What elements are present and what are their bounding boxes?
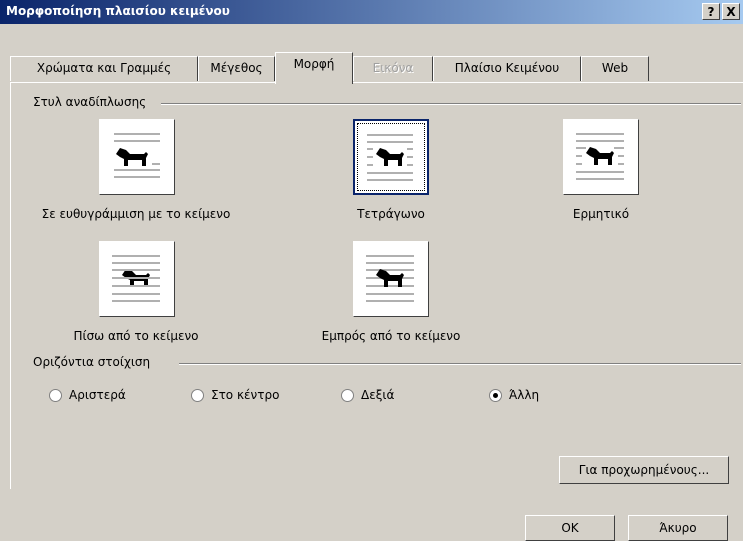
align-right-label[interactable]: Δεξιά bbox=[361, 388, 394, 402]
align-left-radio[interactable] bbox=[49, 389, 62, 402]
tab-label: Μέγεθος bbox=[210, 61, 263, 75]
align-left-label[interactable]: Αριστερά bbox=[69, 388, 126, 402]
tab-size[interactable]: Μέγεθος bbox=[198, 56, 275, 81]
tab-picture: Εικόνα bbox=[353, 56, 433, 81]
tight-wrap-icon bbox=[576, 133, 624, 180]
title-bar: Μορφοποίηση πλαισίου κειμένου ? X bbox=[0, 0, 743, 24]
align-other-label[interactable]: Άλλη bbox=[509, 388, 539, 402]
wrap-behind-label: Πίσω από το κείμενο bbox=[73, 329, 199, 343]
tab-web[interactable]: Web bbox=[581, 56, 649, 81]
wrap-front-option[interactable] bbox=[353, 241, 429, 317]
inline-wrap-icon bbox=[114, 133, 160, 178]
help-button[interactable]: ? bbox=[702, 3, 720, 20]
square-wrap-icon bbox=[367, 134, 413, 181]
close-button[interactable]: X bbox=[722, 3, 740, 20]
cancel-button[interactable]: Άκυρο bbox=[628, 515, 728, 541]
group-divider bbox=[161, 103, 741, 105]
tab-colors-lines[interactable]: Χρώματα και Γραμμές bbox=[10, 56, 198, 81]
advanced-button[interactable]: Για προχωρημένους... bbox=[559, 456, 729, 484]
behind-text-icon bbox=[112, 255, 160, 302]
layout-panel: Στυλ αναδίπλωσης Σε ευθυγράμμιση με το κ… bbox=[10, 82, 743, 489]
tab-label: Web bbox=[601, 61, 629, 75]
tab-text-box[interactable]: Πλαίσιο Κειμένου bbox=[433, 56, 581, 81]
wrap-behind-option[interactable] bbox=[99, 241, 175, 317]
wrap-front-label: Εμπρός από το κείμενο bbox=[321, 329, 461, 343]
tab-layout[interactable]: Μορφή bbox=[275, 52, 353, 84]
tab-label: Πλαίσιο Κειμένου bbox=[454, 61, 560, 75]
wrap-square-text: Τετράγωνο bbox=[357, 207, 425, 221]
ok-button[interactable]: OK bbox=[525, 515, 615, 541]
wrap-inline-label: Σε ευθυγράμμιση με το κείμενο bbox=[41, 207, 231, 221]
align-other-radio[interactable] bbox=[489, 389, 502, 402]
in-front-text-icon bbox=[366, 255, 414, 302]
wrap-tight-option[interactable] bbox=[563, 119, 639, 195]
window-title: Μορφοποίηση πλαισίου κειμένου bbox=[6, 4, 230, 18]
wrap-tight-label: Ερμητικό bbox=[572, 207, 630, 221]
tab-label: Μορφή bbox=[293, 57, 335, 71]
wrap-group-label: Στυλ αναδίπλωσης bbox=[33, 95, 151, 109]
tab-label: Εικόνα bbox=[372, 61, 414, 75]
group-divider bbox=[179, 363, 741, 365]
wrap-square-label: Τετράγωνο bbox=[341, 207, 441, 221]
align-group-label: Οριζόντια στοίχιση bbox=[33, 355, 155, 369]
align-center-radio[interactable] bbox=[191, 389, 204, 402]
tab-label: Χρώματα και Γραμμές bbox=[36, 61, 172, 75]
align-right-radio[interactable] bbox=[341, 389, 354, 402]
wrap-square-option[interactable] bbox=[353, 119, 429, 195]
align-center-label[interactable]: Στο κέντρο bbox=[211, 388, 279, 402]
wrap-inline-option[interactable] bbox=[99, 119, 175, 195]
